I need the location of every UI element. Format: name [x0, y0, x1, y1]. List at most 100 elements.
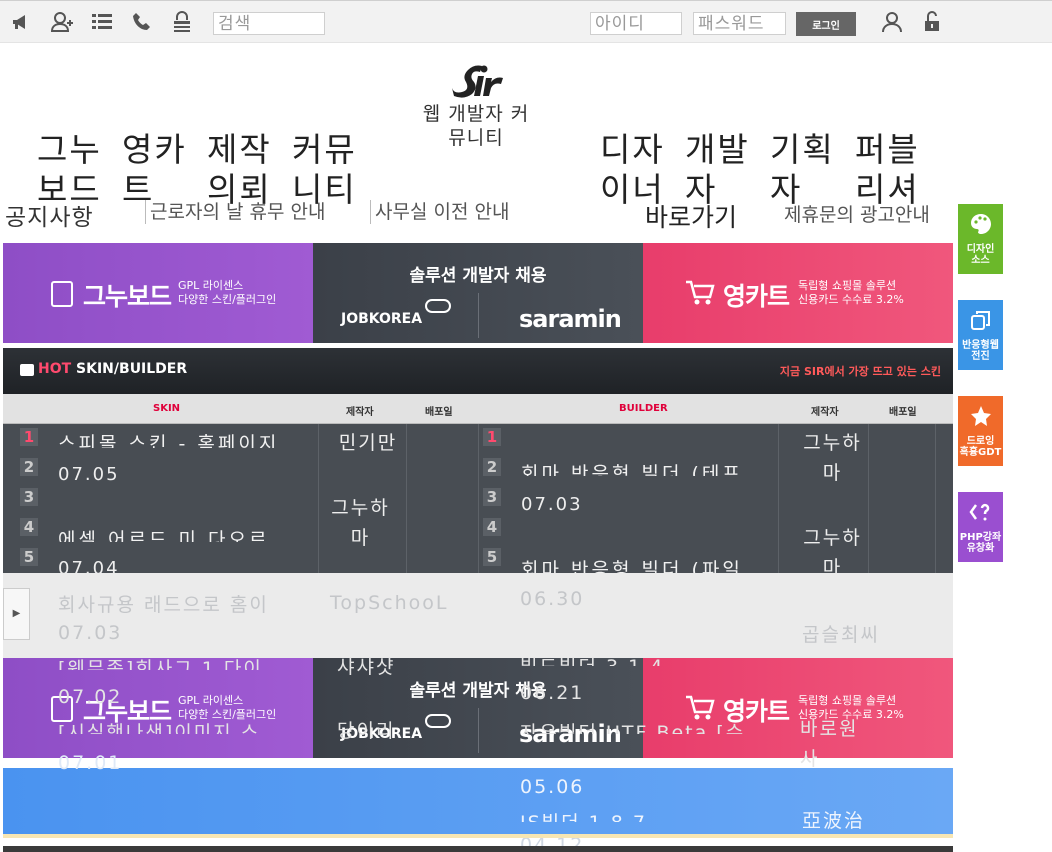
- megaphone-icon[interactable]: [10, 10, 34, 34]
- top-bar: 로그인: [0, 0, 1052, 43]
- builder-date: 06.21: [520, 682, 585, 704]
- jobkorea-logo[interactable]: JOBKOREA: [341, 311, 422, 327]
- builder-title-link[interactable]: 회마 반응형 빌더 (테프: [521, 462, 771, 476]
- col-skin: SKIN: [153, 403, 181, 414]
- user-id-input[interactable]: [590, 12, 682, 35]
- skin-date: 07.01: [58, 752, 123, 774]
- builder-author[interactable]: 그누하마: [795, 428, 870, 488]
- skin-author[interactable]: 민기만: [328, 428, 408, 458]
- skin-date: 07.03: [58, 622, 123, 644]
- nav-planner[interactable]: 기획자: [770, 130, 855, 210]
- nav-request[interactable]: 제작의뢰: [207, 130, 292, 210]
- builder-author[interactable]: 바로원사: [800, 714, 870, 774]
- rank-badge: 3: [20, 488, 38, 506]
- cart-icon: [685, 279, 715, 312]
- skin-title-link[interactable]: [웨뮤좃]회사그 1 다이: [58, 654, 293, 670]
- notice-title[interactable]: 공지사항: [5, 198, 94, 232]
- skin-author[interactable]: 당이리: [337, 716, 395, 743]
- youngcart-banner[interactable]: 영카트 독립형 쇼핑몰 솔루션 신용카드 수수료 3.2%: [643, 658, 953, 758]
- builder-title-link[interactable]: 자유빌더 UTF Beta [수: [520, 718, 770, 734]
- rank-badge: 3: [483, 488, 501, 506]
- list-icon[interactable]: [90, 10, 114, 34]
- builder-author[interactable]: 亞波治: [802, 806, 865, 833]
- lock-icon[interactable]: [170, 10, 194, 34]
- rank-badge: 2: [483, 458, 501, 476]
- col-author: 제작자: [346, 407, 374, 418]
- col-date: 배포일: [425, 407, 453, 418]
- banner-subtitle: GPL 라이센스 다양한 스킨/플러그인: [178, 279, 277, 306]
- login-button[interactable]: 로그인: [796, 12, 856, 36]
- banner-title: 영카트: [723, 282, 790, 311]
- ad-banner: 그누보드 GPL 라이센스 다양한 스킨/플러그인 솔루션 개발자 채용 JOBK…: [3, 243, 953, 343]
- builder-title-link[interactable]: 빌드빌더 3.1.4: [520, 652, 770, 666]
- star-icon: [969, 404, 993, 428]
- palette-icon: [969, 212, 993, 236]
- divider: [778, 424, 779, 573]
- panel-header: HOT SKIN/BUILDER 지금 SIR에서 가장 뜨고 있는 스킨: [3, 348, 953, 394]
- rank-badge: 5: [20, 548, 38, 566]
- phone-icon[interactable]: [130, 10, 154, 34]
- ad-contact-link[interactable]: 제휴문의 광고안내: [784, 200, 930, 227]
- col-date: 배포일: [889, 407, 917, 418]
- gnuboard-banner[interactable]: 그누보드 GPL 라이센스 다양한 스킨/플러그인: [3, 658, 313, 758]
- builder-title-link[interactable]: IS빌더 1.8.7: [520, 808, 770, 822]
- divider: [935, 424, 936, 573]
- user-icon[interactable]: [880, 10, 904, 34]
- builder-title-link[interactable]: 회마 반응형 빌더 (파일: [521, 558, 771, 573]
- search-input[interactable]: [213, 12, 325, 35]
- skin-title-link[interactable]: 스피몰 스킨 - 홈페이지: [58, 432, 308, 448]
- skin-date: 07.05: [58, 464, 120, 485]
- banner-title: 솔루션 개발자 채용: [409, 266, 547, 286]
- nav-publisher[interactable]: 퍼블리셔: [855, 130, 940, 210]
- gnuboard-banner[interactable]: 그누보드 GPL 라이센스 다양한 스킨/플러그인: [3, 243, 313, 343]
- skin-author[interactable]: TopSchooL: [330, 592, 448, 614]
- nav-community[interactable]: 커뮤니티: [292, 130, 377, 210]
- divider: [478, 424, 479, 573]
- mail-icon: [20, 364, 34, 376]
- rank-badge: 1: [483, 428, 501, 446]
- password-input[interactable]: [693, 12, 786, 35]
- site-logo[interactable]: [448, 58, 506, 100]
- rank-badge: 5: [483, 548, 501, 566]
- builder-author[interactable]: 곱슬최씨: [802, 620, 880, 647]
- banner-subtitle: 독립형 쇼핑몰 솔루션 신용카드 수수료 3.2%: [798, 279, 904, 306]
- hot-skin-builder-panel: HOT SKIN/BUILDER 지금 SIR에서 가장 뜨고 있는 스킨 SK…: [3, 348, 953, 579]
- footer-edge: [3, 846, 953, 852]
- youngcart-banner[interactable]: 영카트 독립형 쇼핑몰 솔루션 신용카드 수수료 3.2%: [643, 243, 953, 343]
- col-author: 제작자: [811, 407, 839, 418]
- divider: [478, 293, 479, 338]
- builder-date: 06.30: [520, 588, 585, 610]
- side-drawing-button[interactable]: 드로잉 흑흉GDT: [958, 396, 1003, 466]
- skin-author[interactable]: 샤샤샷: [337, 652, 395, 679]
- side-php-course-button[interactable]: PHP강좌 유창화: [958, 492, 1003, 562]
- column-headers: SKIN 제작자 배포일 BUILDER 제작자 배포일: [3, 394, 953, 424]
- side-design-source-button[interactable]: 디자인 소스: [958, 204, 1003, 274]
- skin-title-link[interactable]: 에셀 어르드 미 다오르: [58, 528, 308, 542]
- copy-icon: [969, 308, 993, 332]
- skin-title-link[interactable]: 회사규용 래드으로 홈이: [58, 590, 269, 617]
- site-tagline: 웹 개발자 커뮤니티: [422, 103, 530, 149]
- code-icon: [969, 500, 993, 524]
- unlock-icon[interactable]: [920, 10, 944, 34]
- rank-badge: 4: [20, 518, 38, 536]
- skin-author[interactable]: 그누하마: [328, 493, 393, 553]
- panel-title: HOT SKIN/BUILDER: [38, 361, 188, 377]
- notice-item[interactable]: 근로자의 날 휴무 안내: [145, 200, 325, 224]
- banner-title: 솔루션 개발자 채용: [409, 681, 547, 701]
- shortcut-link[interactable]: 바로가기: [645, 198, 737, 234]
- notice-item[interactable]: 사무실 이전 안내: [370, 200, 509, 224]
- builder-date: 07.03: [521, 494, 583, 515]
- user-register-icon[interactable]: [50, 10, 74, 34]
- expand-arrow-icon[interactable]: ▶: [3, 588, 30, 640]
- rank-badge: 2: [20, 458, 38, 476]
- side-responsive-web-button[interactable]: 반응형웹 전진: [958, 300, 1003, 370]
- recruit-banner[interactable]: 솔루션 개발자 채용 JOBKOREA saramin: [313, 243, 643, 343]
- saramin-logo[interactable]: saramin: [519, 305, 622, 333]
- skin-title-link[interactable]: [시실했나샌]이미지 스: [58, 718, 293, 734]
- builder-date: 05.06: [520, 776, 585, 798]
- rank-badge: 1: [20, 428, 38, 446]
- jobkorea-oval-icon: [425, 714, 451, 728]
- document-icon: [51, 281, 73, 307]
- rank-badge: 4: [483, 518, 501, 536]
- nav-youngcart[interactable]: 영카트: [122, 130, 207, 210]
